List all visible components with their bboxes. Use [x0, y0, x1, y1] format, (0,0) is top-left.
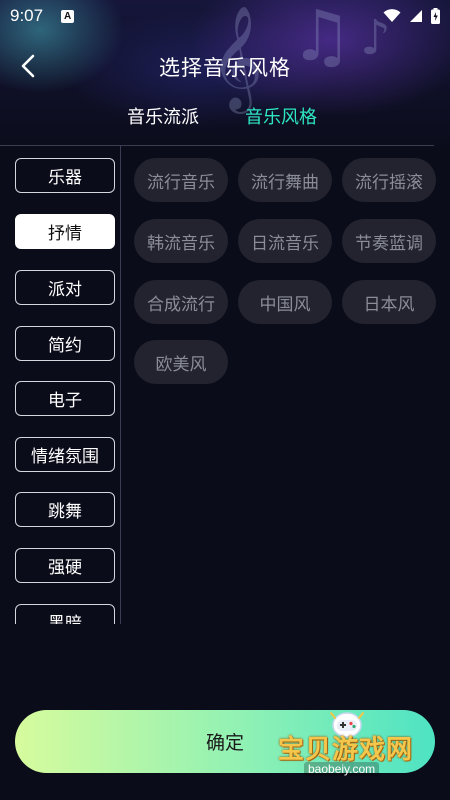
sidebar-item-party[interactable]: 派对 — [15, 270, 115, 305]
sidebar-item-dance[interactable]: 跳舞 — [15, 492, 115, 527]
sidebar-item-minimal[interactable]: 简约 — [15, 326, 115, 361]
watermark: 宝贝游戏网 baobeiy.com — [270, 708, 435, 783]
tab-music-style[interactable]: 音乐风格 — [245, 103, 317, 129]
sidebar-item-dark[interactable]: 黑暗 — [15, 604, 115, 624]
page-header: 选择音乐风格 — [0, 44, 450, 90]
page-title: 选择音乐风格 — [159, 56, 291, 80]
status-time: 9:07 — [10, 6, 44, 25]
sidebar-item-hard[interactable]: 强硬 — [15, 548, 115, 583]
signal-icon — [410, 10, 422, 22]
style-chip[interactable]: 流行音乐 — [134, 158, 228, 202]
divider-vertical — [120, 146, 121, 624]
tab-music-genre[interactable]: 音乐流派 — [127, 103, 199, 129]
watermark-text: 宝贝游戏网 — [278, 735, 414, 765]
style-chip[interactable]: 欧美风 — [134, 340, 228, 384]
back-button[interactable] — [14, 52, 42, 80]
style-chip[interactable]: 节奏蓝调 — [342, 219, 436, 263]
status-bar: 9:07 A — [0, 0, 450, 32]
style-chip[interactable]: 合成流行 — [134, 280, 228, 324]
style-chip[interactable]: 日本风 — [342, 280, 436, 324]
sidebar-item-instrument[interactable]: 乐器 — [15, 158, 115, 193]
a-icon: A — [61, 9, 75, 23]
sidebar-item-lyrical[interactable]: 抒情 — [15, 214, 115, 249]
battery-charging-icon — [431, 8, 440, 24]
watermark-url: baobeiy.com — [304, 762, 380, 776]
category-sidebar[interactable]: 乐器 抒情 派对 简约 电子 情绪氛围 跳舞 强硬 黑暗 — [0, 146, 120, 624]
style-chip[interactable]: 中国风 — [238, 280, 332, 324]
style-chip[interactable]: 流行摇滚 — [342, 158, 436, 202]
style-chip[interactable]: 日流音乐 — [238, 219, 332, 263]
sidebar-item-mood[interactable]: 情绪氛围 — [15, 437, 115, 472]
wifi-icon — [383, 9, 401, 22]
style-chip[interactable]: 流行舞曲 — [238, 158, 332, 202]
chevron-left-icon — [21, 54, 35, 78]
sidebar-item-electronic[interactable]: 电子 — [15, 381, 115, 416]
style-chip[interactable]: 韩流音乐 — [134, 219, 228, 263]
tab-bar: 音乐流派 音乐风格 — [0, 103, 450, 133]
